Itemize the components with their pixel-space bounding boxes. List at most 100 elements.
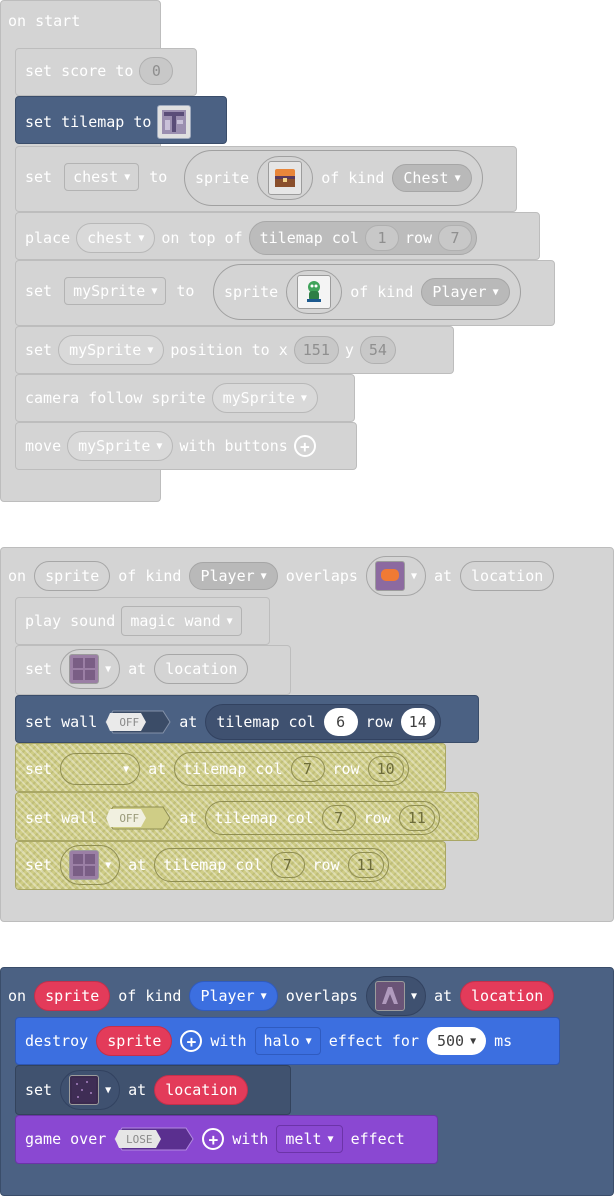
row-input[interactable]: 11	[398, 805, 435, 831]
set-wall-label: set wall	[25, 713, 98, 731]
dropdown-text: 500	[437, 1032, 465, 1050]
chevron-down-icon: ▼	[305, 1035, 312, 1047]
sprite-of-kind-reporter[interactable]: sprite of kind Chest ▼	[184, 150, 483, 206]
chevron-down-icon: ▼	[260, 570, 267, 582]
set-label: set	[25, 282, 53, 300]
mysprite-variable-dropdown[interactable]: mySprite ▼	[58, 335, 165, 365]
chevron-down-icon: ▼	[156, 440, 163, 452]
on-top-label: on top of	[161, 229, 243, 247]
sprite-image-picker[interactable]	[286, 270, 343, 314]
set-label: set	[25, 1081, 53, 1099]
dark-purple-tile-icon	[69, 1075, 100, 1105]
location-parameter[interactable]: location	[460, 981, 555, 1011]
tile-picker-dropdown[interactable]: ▼	[60, 649, 121, 689]
row-input[interactable]: 7	[438, 225, 473, 251]
location-parameter[interactable]: location	[154, 654, 249, 684]
chevron-down-icon: ▼	[138, 232, 145, 244]
to-label: to	[149, 168, 168, 186]
chest-kind-dropdown[interactable]: Chest ▼	[392, 164, 472, 192]
purple-brick-tile-icon	[69, 850, 100, 880]
effect-dropdown[interactable]: melt ▼	[276, 1125, 343, 1153]
sprite-parameter[interactable]: sprite	[34, 981, 111, 1011]
expand-plus-icon[interactable]: +	[202, 1128, 225, 1150]
set-label: set	[25, 660, 53, 678]
mysprite-variable-dropdown[interactable]: mySprite ▼	[211, 383, 318, 413]
dropdown-text: mySprite	[73, 282, 146, 300]
tilemap-col-label: tilemap col	[183, 760, 283, 778]
col-input[interactable]: 1	[364, 225, 399, 251]
col-input[interactable]: 7	[321, 805, 356, 831]
at-label: at	[128, 856, 147, 874]
row-input[interactable]: 10	[367, 756, 404, 782]
on-start-label: on start	[8, 12, 81, 30]
chevron-down-icon: ▼	[124, 171, 131, 183]
tile-picker-dropdown[interactable]: ▼	[365, 556, 426, 596]
location-parameter[interactable]: location	[154, 1075, 249, 1105]
tilemap-location-reporter[interactable]: tilemap col 7 row 11	[205, 801, 440, 835]
row-input[interactable]: 14	[400, 708, 435, 736]
wall-toggle[interactable]: OFF	[105, 710, 171, 734]
mysprite-variable-dropdown[interactable]: mySprite ▼	[64, 277, 167, 305]
set-tilemap-label: set tilemap to	[25, 113, 152, 131]
location-parameter[interactable]: location	[460, 561, 555, 591]
tilemap-location-reporter[interactable]: tilemap col 7 row 11	[154, 848, 389, 882]
row-label: row	[363, 809, 391, 827]
camera-follow-label: camera follow sprite	[25, 389, 206, 407]
sprite-parameter[interactable]: sprite	[34, 561, 111, 591]
duration-dropdown[interactable]: 500 ▼	[427, 1027, 487, 1055]
set-label: set	[25, 168, 53, 186]
chevron-down-icon: ▼	[123, 763, 130, 775]
sprite-of-kind-reporter[interactable]: sprite of kind Player ▼	[213, 264, 521, 320]
place-label: place	[25, 229, 71, 247]
chest-variable-dropdown[interactable]: chest ▼	[64, 163, 140, 191]
sprite-parameter[interactable]: sprite	[96, 1026, 173, 1056]
effect-dropdown[interactable]: halo ▼	[254, 1027, 321, 1055]
at-label: at	[179, 713, 198, 731]
player-kind-dropdown[interactable]: Player ▼	[421, 278, 510, 306]
col-input[interactable]: 6	[323, 708, 358, 736]
x-input[interactable]: 151	[293, 336, 339, 364]
dropdown-text: mySprite	[69, 341, 142, 359]
wall-toggle[interactable]: OFF	[105, 806, 171, 830]
purple-stone-tile-icon	[374, 981, 405, 1011]
dropdown-text: Player	[200, 987, 255, 1005]
chevron-down-icon: ▼	[151, 285, 158, 297]
dropdown-text: mySprite	[222, 389, 295, 407]
overlaps-label: overlaps	[285, 987, 358, 1005]
chevron-down-icon: ▼	[492, 286, 499, 298]
at-label: at	[179, 809, 198, 827]
tilemap-col-label: tilemap col	[259, 229, 359, 247]
player-kind-dropdown[interactable]: Player ▼	[189, 562, 278, 590]
y-input[interactable]: 54	[359, 336, 396, 364]
player-kind-dropdown[interactable]: Player ▼	[189, 981, 278, 1011]
mysprite-variable-dropdown[interactable]: mySprite ▼	[67, 431, 174, 461]
toggle-text: OFF	[119, 715, 140, 729]
sound-dropdown[interactable]: magic wand ▼	[121, 606, 242, 636]
green-snake-sprite-icon	[297, 275, 332, 309]
dropdown-text: chest	[87, 229, 133, 247]
chest-variable-dropdown[interactable]: chest ▼	[76, 223, 156, 253]
game-over-label: game over	[25, 1130, 107, 1148]
col-input[interactable]: 7	[270, 852, 305, 878]
overlaps-label: overlaps	[285, 567, 358, 585]
tile-picker-dropdown[interactable]: ▼	[365, 976, 426, 1016]
dropdown-text: magic wand	[130, 612, 221, 630]
row-label: row	[312, 856, 340, 874]
col-input[interactable]: 7	[290, 756, 325, 782]
score-value-input[interactable]: 0	[139, 57, 174, 85]
tilemap-location-reporter[interactable]: tilemap col 1 row 7	[248, 221, 478, 255]
expand-plus-icon[interactable]: +	[180, 1030, 203, 1052]
sprite-label: sprite	[224, 283, 279, 301]
tile-picker-dropdown[interactable]: ▼	[60, 1070, 121, 1110]
tilemap-location-reporter[interactable]: tilemap col 7 row 10	[174, 752, 409, 786]
tile-picker-dropdown[interactable]: ▼	[60, 845, 121, 885]
sprite-image-picker[interactable]	[257, 156, 314, 200]
row-input[interactable]: 11	[347, 852, 384, 878]
empty-tile-picker-dropdown[interactable]: ▼	[60, 753, 141, 785]
set-label: set	[25, 856, 53, 874]
tilemap-thumbnail-icon[interactable]	[157, 105, 192, 139]
with-label: with	[210, 1032, 247, 1050]
expand-plus-icon[interactable]: +	[293, 435, 316, 457]
win-lose-toggle[interactable]: LOSE	[114, 1127, 194, 1151]
tilemap-location-reporter[interactable]: tilemap col 6 row 14	[205, 704, 441, 740]
